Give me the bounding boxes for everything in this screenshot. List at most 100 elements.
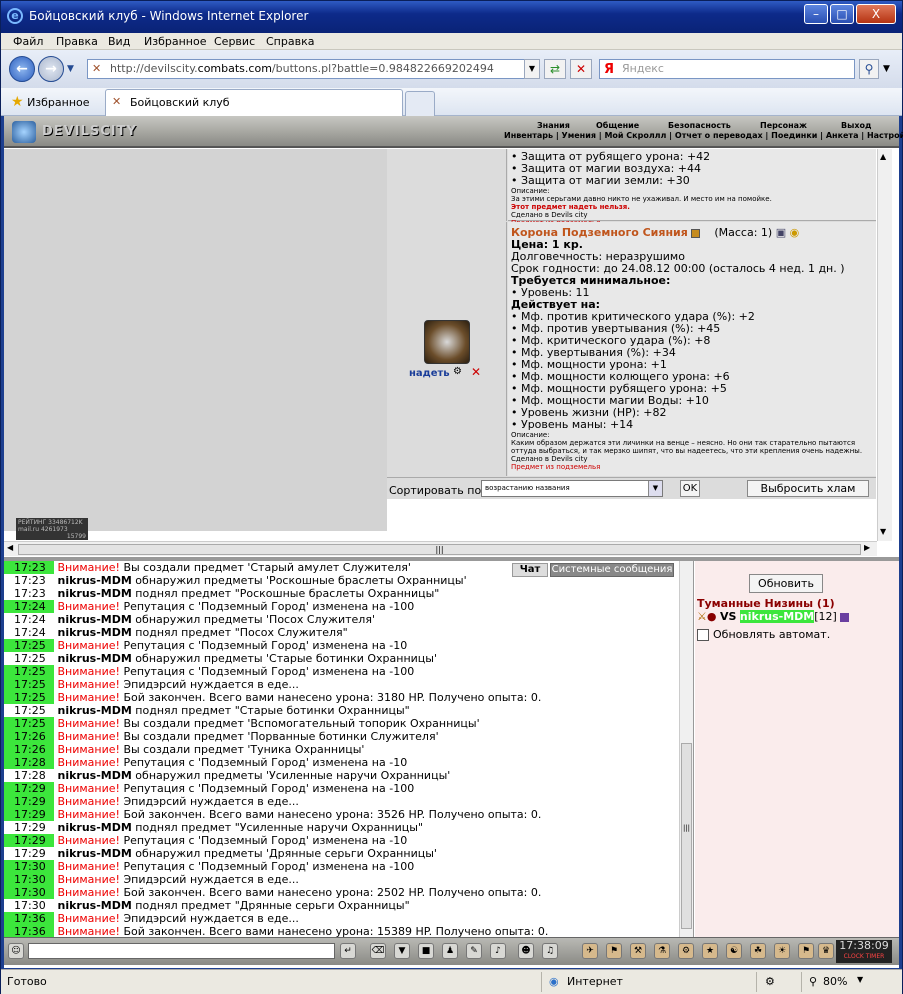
scroll-left-icon[interactable]: ◀ — [7, 543, 13, 552]
chat-time[interactable]: 17:25 — [4, 678, 54, 691]
forward-button[interactable]: → — [38, 56, 64, 82]
chat-user-name[interactable]: nikrus-MDM — [58, 899, 132, 912]
tab-combats[interactable]: ✕ Бойцовский клуб — [105, 89, 403, 116]
menu-favorites[interactable]: Избранное — [144, 35, 206, 48]
action-icon-10[interactable]: ⚑ — [798, 943, 814, 959]
search-input[interactable]: Я Яндекс — [599, 59, 855, 79]
chat-time[interactable]: 17:25 — [4, 665, 54, 678]
chat-time[interactable]: 17:25 — [4, 691, 54, 704]
sound-icon[interactable]: ♫ — [542, 943, 558, 959]
emoji-icon[interactable]: ☻ — [518, 943, 534, 959]
scroll-up-icon[interactable]: ▲ — [880, 152, 886, 161]
top-menu-character[interactable]: Персонаж — [760, 121, 807, 130]
menu-tools[interactable]: Сервис — [214, 35, 255, 48]
menu-edit[interactable]: Правка — [56, 35, 98, 48]
action-icon-5[interactable]: ⚙ — [678, 943, 694, 959]
back-button[interactable]: ← — [9, 56, 35, 82]
chat-user-name[interactable]: nikrus-MDM — [58, 613, 132, 626]
chat-time[interactable]: 17:30 — [4, 873, 54, 886]
refresh-button[interactable]: Обновить — [749, 574, 823, 593]
chat-time[interactable]: 17:28 — [4, 769, 54, 782]
chat-input[interactable] — [28, 943, 335, 959]
action-icon-3[interactable]: ⚒ — [630, 943, 646, 959]
zoom-level[interactable]: 80% — [823, 975, 847, 988]
address-input[interactable]: ✕ http://devilscity.combats.com/buttons.p… — [87, 59, 540, 79]
chat-scrollbar[interactable]: ||| — [679, 561, 693, 937]
maximize-button[interactable]: □ — [830, 4, 854, 24]
chat-time[interactable]: 17:24 — [4, 613, 54, 626]
chat-time[interactable]: 17:29 — [4, 847, 54, 860]
favorites-button[interactable]: ★ Избранное — [11, 94, 90, 110]
send-icon[interactable]: ↵ — [340, 943, 356, 959]
action-icon-6[interactable]: ★ — [702, 943, 718, 959]
search-go-icon[interactable]: ⚲ — [859, 59, 879, 79]
user-name[interactable]: nikrus-MDM — [739, 610, 815, 623]
top-menu-exit[interactable]: Выход — [841, 121, 871, 130]
filter-icon[interactable]: ▼ — [394, 943, 410, 959]
top-menu-security[interactable]: Безопасность — [668, 121, 731, 130]
chat-time[interactable]: 17:36 — [4, 912, 54, 925]
clear-icon[interactable]: ⌫ — [370, 943, 386, 959]
action-icon-7[interactable]: ☯ — [726, 943, 742, 959]
chat-time[interactable]: 17:26 — [4, 743, 54, 756]
zoom-icon[interactable]: ⚲ — [809, 975, 817, 988]
stop-icon[interactable]: ✕ — [570, 59, 592, 79]
chat-time[interactable]: 17:25 — [4, 717, 54, 730]
auto-refresh-option[interactable]: Обновлять автомат. — [697, 628, 830, 641]
person-icon[interactable]: ♟ — [442, 943, 458, 959]
tab-chat[interactable]: Чат — [512, 563, 548, 577]
sub-menu[interactable]: Инвентарь | Умения | Мой Скроллл | Отчет… — [504, 131, 903, 141]
scroll-right-icon[interactable]: ▶ — [864, 543, 870, 552]
chat-user-name[interactable]: nikrus-MDM — [58, 626, 132, 639]
delete-icon[interactable]: ✕ — [471, 365, 481, 379]
chat-time[interactable]: 17:29 — [4, 821, 54, 834]
chat-time[interactable]: 17:25 — [4, 704, 54, 717]
item-info-icon[interactable] — [691, 228, 701, 238]
address-dropdown-icon[interactable]: ▼ — [524, 59, 540, 79]
scroll-thumb[interactable]: ||| — [18, 544, 861, 555]
chat-time[interactable]: 17:23 — [4, 574, 54, 587]
menu-view[interactable]: Вид — [108, 35, 130, 48]
search-dropdown-icon[interactable]: ▼ — [883, 64, 890, 74]
wear-link[interactable]: надеть — [409, 368, 450, 379]
menu-file[interactable]: Файл — [13, 35, 43, 48]
chat-scroll-thumb[interactable]: ||| — [681, 743, 692, 929]
chat-user-name[interactable]: nikrus-MDM — [58, 704, 132, 717]
clock-timer[interactable]: 17:38:09 CLOCK TIMER — [836, 940, 892, 963]
chat-time[interactable]: 17:29 — [4, 808, 54, 821]
chat-time[interactable]: 17:36 — [4, 925, 54, 937]
chat-time[interactable]: 17:25 — [4, 652, 54, 665]
counters-badge[interactable]: РЕЙТИНГ 33486712K mail.ru 4261973 15799 — [16, 518, 88, 540]
chat-user-name[interactable]: nikrus-MDM — [58, 587, 132, 600]
zoom-dropdown-icon[interactable]: ▼ — [857, 975, 863, 984]
action-icon-4[interactable]: ⚗ — [654, 943, 670, 959]
chat-user-name[interactable]: nikrus-MDM — [58, 821, 132, 834]
chat-time[interactable]: 17:29 — [4, 834, 54, 847]
battle-icon[interactable]: ⚔ — [697, 610, 707, 623]
protected-mode-icon[interactable]: ⚙ — [765, 975, 775, 988]
chat-time[interactable]: 17:29 — [4, 795, 54, 808]
save-icon[interactable]: ■ — [418, 943, 434, 959]
chat-time[interactable]: 17:23 — [4, 561, 54, 574]
smile-icon[interactable]: ☺ — [8, 943, 24, 959]
horizontal-scrollbar[interactable]: ◀ ||| ▶ — [4, 541, 877, 556]
chat-user-name[interactable]: nikrus-MDM — [58, 769, 132, 782]
action-icon-8[interactable]: ☘ — [750, 943, 766, 959]
user-info-icon[interactable] — [840, 612, 850, 622]
chat-time[interactable]: 17:29 — [4, 782, 54, 795]
discard-junk-button[interactable]: Выбросить хлам — [747, 480, 869, 497]
scroll-down-icon[interactable]: ▼ — [880, 527, 886, 536]
action-icon-11[interactable]: ♛ — [818, 943, 834, 959]
chat-time[interactable]: 17:26 — [4, 730, 54, 743]
minimize-button[interactable]: – — [804, 4, 828, 24]
action-icon-9[interactable]: ☀ — [774, 943, 790, 959]
music-icon[interactable]: ♪ — [490, 943, 506, 959]
close-button[interactable]: X — [856, 4, 896, 24]
chat-time[interactable]: 17:24 — [4, 626, 54, 639]
crown-item-image[interactable] — [424, 320, 470, 364]
sort-select[interactable]: возрастанию названия ▼ — [481, 480, 663, 497]
sort-ok-button[interactable]: OK — [680, 480, 700, 497]
chat-user-name[interactable]: nikrus-MDM — [58, 574, 132, 587]
pen-icon[interactable]: ✎ — [466, 943, 482, 959]
action-icon-2[interactable]: ⚑ — [606, 943, 622, 959]
